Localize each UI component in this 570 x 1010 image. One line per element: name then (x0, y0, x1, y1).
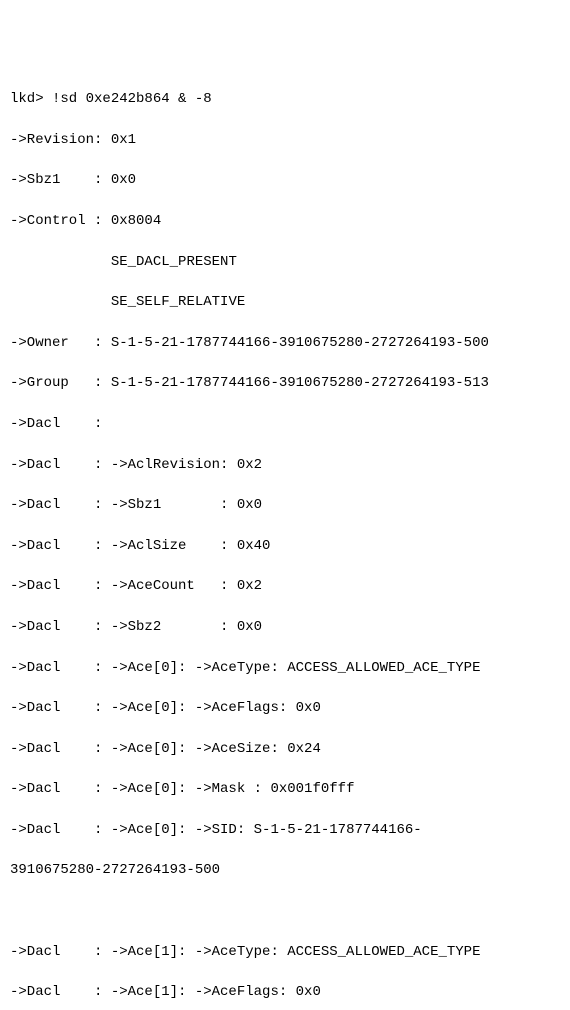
revision-label: ->Revision: (10, 132, 102, 148)
dacl-acecount-value: 0x2 (237, 578, 262, 594)
sbz1-value: 0x0 (111, 172, 136, 188)
dacl-revision-label: ->Dacl : ->AclRevision: (10, 457, 228, 473)
ace0-sid-line2: 3910675280-2727264193-500 (10, 860, 560, 880)
ace1-flags-line: ->Dacl : ->Ace[1]: ->AceFlags: 0x0 (10, 982, 560, 1002)
sbz1-label: ->Sbz1 : (10, 172, 102, 188)
ace0-flags-value: 0x0 (296, 700, 321, 716)
ace1-type-value: ACCESS_ALLOWED_ACE_TYPE (287, 944, 480, 960)
group-value: S-1-5-21-1787744166-3910675280-272726419… (111, 375, 489, 391)
ace0-sid-label: ->Dacl : ->Ace[0]: ->SID: (10, 822, 245, 838)
ace0-size-label: ->Dacl : ->Ace[0]: ->AceSize: (10, 741, 279, 757)
dacl-sbz1-line: ->Dacl : ->Sbz1 : 0x0 (10, 495, 560, 515)
control-flag2-line: SE_SELF_RELATIVE (10, 292, 560, 312)
ace0-type-value: ACCESS_ALLOWED_ACE_TYPE (287, 660, 480, 676)
group-line: ->Group : S-1-5-21-1787744166-3910675280… (10, 373, 560, 393)
owner-value: S-1-5-21-1787744166-3910675280-272726419… (111, 335, 489, 351)
owner-label: ->Owner : (10, 335, 102, 351)
dacl-sbz1-label: ->Dacl : ->Sbz1 : (10, 497, 228, 513)
group-label: ->Group : (10, 375, 102, 391)
dacl-acecount-label: ->Dacl : ->AceCount : (10, 578, 228, 594)
ace0-size-value: 0x24 (287, 741, 321, 757)
ace0-sid-line1: ->Dacl : ->Ace[0]: ->SID: S-1-5-21-17877… (10, 820, 560, 840)
dacl-revision-value: 0x2 (237, 457, 262, 473)
dacl-header-label: ->Dacl : (10, 416, 102, 432)
dacl-size-value: 0x40 (237, 538, 271, 554)
revision-line: ->Revision: 0x1 (10, 130, 560, 150)
dacl-revision-line: ->Dacl : ->AclRevision: 0x2 (10, 455, 560, 475)
control-value: 0x8004 (111, 213, 161, 229)
owner-line: ->Owner : S-1-5-21-1787744166-3910675280… (10, 333, 560, 353)
ace1-type-line: ->Dacl : ->Ace[1]: ->AceType: ACCESS_ALL… (10, 942, 560, 962)
command-line: lkd> !sd 0xe242b864 & -8 (10, 89, 560, 109)
ace0-sid-value-part1: S-1-5-21-1787744166- (254, 822, 422, 838)
dacl-acecount-line: ->Dacl : ->AceCount : 0x2 (10, 576, 560, 596)
control-label: ->Control : (10, 213, 102, 229)
ace0-flags-label: ->Dacl : ->Ace[0]: ->AceFlags: (10, 700, 287, 716)
control-line: ->Control : 0x8004 (10, 211, 560, 231)
control-flag2: SE_SELF_RELATIVE (111, 294, 245, 310)
dacl-size-label: ->Dacl : ->AclSize : (10, 538, 228, 554)
ace0-flags-line: ->Dacl : ->Ace[0]: ->AceFlags: 0x0 (10, 698, 560, 718)
ace0-mask-label: ->Dacl : ->Ace[0]: ->Mask : (10, 781, 262, 797)
ace1-flags-label: ->Dacl : ->Ace[1]: ->AceFlags: (10, 984, 287, 1000)
dacl-size-line: ->Dacl : ->AclSize : 0x40 (10, 536, 560, 556)
dacl-sbz1-value: 0x0 (237, 497, 262, 513)
sbz1-line: ->Sbz1 : 0x0 (10, 170, 560, 190)
control-flag1-line: SE_DACL_PRESENT (10, 252, 560, 272)
control-flag1: SE_DACL_PRESENT (111, 254, 237, 270)
ace0-mask-value: 0x001f0fff (270, 781, 354, 797)
ace0-size-line: ->Dacl : ->Ace[0]: ->AceSize: 0x24 (10, 739, 560, 759)
revision-value: 0x1 (111, 132, 136, 148)
ace1-flags-value: 0x0 (296, 984, 321, 1000)
ace0-mask-line: ->Dacl : ->Ace[0]: ->Mask : 0x001f0fff (10, 779, 560, 799)
dacl-header-line: ->Dacl : (10, 414, 560, 434)
dacl-sbz2-value: 0x0 (237, 619, 262, 635)
dacl-sbz2-label: ->Dacl : ->Sbz2 : (10, 619, 228, 635)
ace0-type-line: ->Dacl : ->Ace[0]: ->AceType: ACCESS_ALL… (10, 658, 560, 678)
ace0-type-label: ->Dacl : ->Ace[0]: ->AceType: (10, 660, 279, 676)
ace1-type-label: ->Dacl : ->Ace[1]: ->AceType: (10, 944, 279, 960)
blank-line (10, 901, 560, 921)
dacl-sbz2-line: ->Dacl : ->Sbz2 : 0x0 (10, 617, 560, 637)
